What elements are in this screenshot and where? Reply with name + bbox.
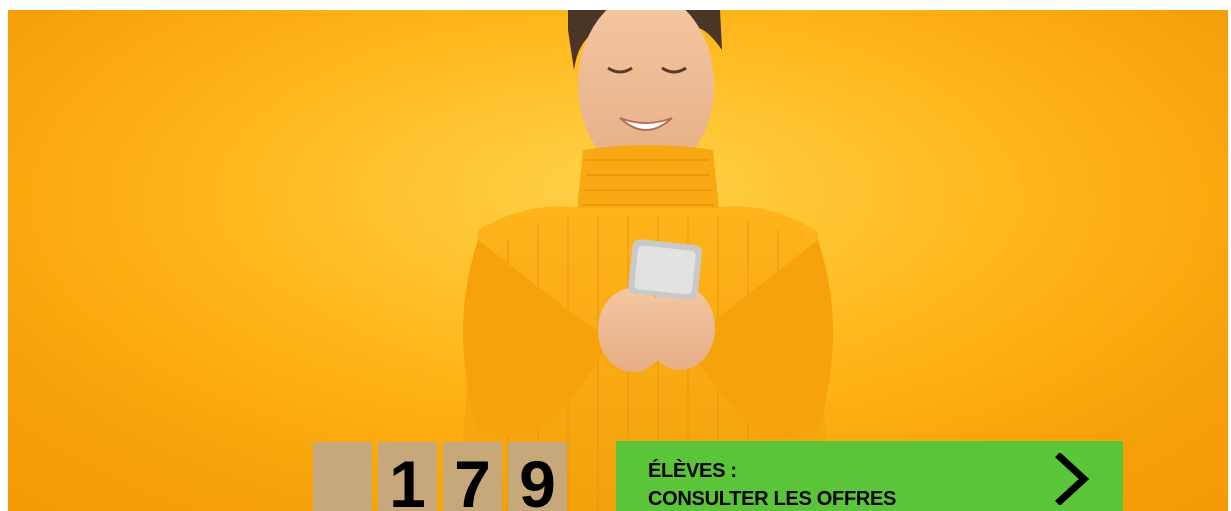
counter-digit-value: 7 (454, 447, 491, 511)
counter-digit-value: 1 (389, 447, 426, 511)
cta-line-1: ÉLÈVES : (648, 460, 737, 482)
hero-photo (8, 10, 1228, 511)
counter-digit: 9 (508, 442, 567, 511)
counter-digit: 1 (378, 442, 437, 511)
chevron-right-icon (1055, 453, 1090, 505)
hero-banner: 1 7 9 ÉLÈVES : CONSULTER LES OFFRES (8, 10, 1228, 511)
counter-digit (313, 442, 372, 511)
counter-digit-value: 9 (519, 447, 556, 511)
counter-digit: 7 (443, 442, 502, 511)
cta-line-2: CONSULTER LES OFFRES (648, 488, 897, 510)
counter: 1 7 9 (313, 442, 567, 511)
consult-offers-button[interactable]: ÉLÈVES : CONSULTER LES OFFRES (616, 441, 1123, 511)
